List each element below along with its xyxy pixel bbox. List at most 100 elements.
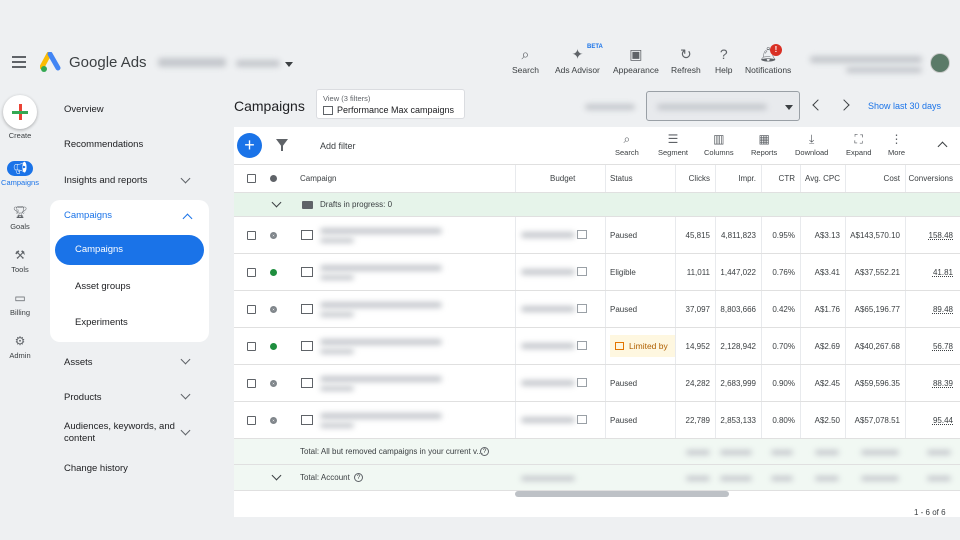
budget-redacted[interactable] (521, 306, 575, 312)
toolbar-search[interactable]: ⌕ Search (512, 46, 539, 75)
table-row[interactable]: Paused 45,815 4,811,823 0.95% A$3.13 A$143,57… (234, 217, 960, 254)
status-dot-icon[interactable] (270, 305, 277, 313)
table-tool-search[interactable]: ⌕ Search (615, 132, 639, 157)
rail-tools[interactable]: ⚒ Tools (0, 248, 40, 274)
nav-recommendations[interactable]: Recommendations (64, 139, 143, 150)
nav-audiences[interactable]: Audiences, keywords, and content (64, 421, 184, 445)
table-tool-columns[interactable]: ▥ Columns (704, 132, 734, 157)
campaign-name-redacted[interactable] (320, 376, 442, 382)
toolbar-refresh[interactable]: ↻ Refresh (671, 46, 701, 75)
saved-view-selector[interactable]: View (3 filters) Performance Max campaig… (316, 89, 465, 119)
conversions-value[interactable]: 56.78 (905, 328, 953, 364)
account-dropdown-icon[interactable] (285, 62, 293, 67)
chevron-down-icon[interactable] (180, 389, 191, 400)
table-tool-more[interactable]: ⋮ More (888, 132, 905, 157)
row-checkbox[interactable] (247, 230, 256, 240)
help-icon[interactable]: ? (354, 473, 363, 482)
previous-period-icon[interactable] (812, 99, 824, 111)
account-name-redacted[interactable] (158, 58, 226, 67)
table-row[interactable]: Paused 22,789 2,853,133 0.80% A$2.50 A$57,078… (234, 402, 960, 439)
chevron-up-icon[interactable] (182, 213, 193, 224)
chevron-down-icon[interactable] (271, 470, 282, 481)
rail-admin[interactable]: ⚙ Admin (0, 334, 40, 360)
col-ctr[interactable]: CTR (761, 165, 795, 192)
menu-icon[interactable] (12, 56, 26, 68)
nav-products[interactable]: Products (64, 392, 102, 403)
nav-overview[interactable]: Overview (64, 104, 104, 115)
chevron-down-icon[interactable] (271, 197, 282, 208)
nav-sub-experiments[interactable]: Experiments (75, 317, 128, 328)
col-cost[interactable]: Cost (845, 165, 900, 192)
chevron-up-icon[interactable] (937, 141, 948, 152)
budget-chart-icon[interactable] (577, 341, 587, 350)
col-status[interactable]: Status (610, 165, 633, 192)
status-limited-badge[interactable]: Limited by (610, 335, 676, 357)
row-checkbox[interactable] (247, 341, 256, 351)
col-campaign[interactable]: Campaign (300, 165, 336, 192)
add-campaign-button[interactable]: + (237, 133, 262, 158)
col-avg-cpc[interactable]: Avg. CPC (800, 165, 840, 192)
budget-redacted[interactable] (521, 380, 575, 386)
add-filter-input[interactable]: Add filter (320, 141, 356, 151)
select-all-checkbox[interactable] (247, 174, 256, 183)
campaign-name-redacted[interactable] (320, 339, 442, 345)
chevron-down-icon[interactable] (180, 354, 191, 365)
status-dot-icon[interactable] (270, 268, 277, 276)
horizontal-scrollbar[interactable] (515, 491, 729, 497)
conversions-value[interactable]: 89.48 (905, 291, 953, 327)
budget-chart-icon[interactable] (577, 267, 587, 276)
toolbar-appearance[interactable]: ▣ Appearance (613, 46, 659, 75)
avatar[interactable] (930, 53, 950, 73)
status-dot-icon[interactable] (270, 342, 277, 350)
table-row[interactable]: Paused 24,282 2,683,999 0.90% A$2.45 A$59,596… (234, 365, 960, 402)
table-tool-download[interactable]: ⤓ Download (795, 132, 828, 157)
col-impr[interactable]: Impr. (715, 165, 756, 192)
status-dot-icon[interactable] (270, 379, 277, 387)
table-row[interactable]: Eligible 11,011 1,447,022 0.76% A$3.41 A$37,5… (234, 254, 960, 291)
budget-redacted[interactable] (521, 417, 575, 423)
rail-billing[interactable]: ▭ Billing (0, 291, 40, 317)
col-clicks[interactable]: Clicks (675, 165, 710, 192)
status-dot-icon[interactable] (270, 231, 277, 239)
table-tool-expand[interactable]: ⛶ Expand (846, 132, 871, 157)
chevron-down-icon[interactable] (180, 173, 191, 184)
row-checkbox[interactable] (247, 267, 256, 277)
conversions-value[interactable]: 158.48 (905, 217, 953, 253)
table-row[interactable]: Limited by 14,952 2,128,942 0.70% A$2.69 A$40… (234, 328, 960, 365)
campaign-name-redacted[interactable] (320, 413, 442, 419)
table-tool-reports[interactable]: ▦ Reports (751, 132, 777, 157)
row-checkbox[interactable] (247, 415, 256, 425)
help-icon[interactable]: ? (480, 447, 489, 456)
table-row[interactable]: Paused 37,097 8,803,666 0.42% A$1.76 A$65,196… (234, 291, 960, 328)
conversions-value[interactable]: 88.39 (905, 365, 953, 401)
nav-sub-campaigns[interactable]: Campaigns (55, 235, 204, 265)
conversions-value[interactable]: 41.81 (905, 254, 953, 290)
create-button[interactable] (3, 95, 37, 129)
nav-assets[interactable]: Assets (64, 357, 93, 368)
col-budget[interactable]: Budget (550, 165, 575, 192)
date-range-picker[interactable] (646, 91, 800, 121)
nav-insights-reports[interactable]: Insights and reports (64, 175, 147, 186)
col-conversions[interactable]: Conversions (905, 165, 953, 192)
rail-campaigns[interactable]: 📢︎ Campaigns (0, 161, 40, 187)
campaign-name-redacted[interactable] (320, 265, 442, 271)
status-dot-icon[interactable] (270, 416, 277, 424)
budget-chart-icon[interactable] (577, 415, 587, 424)
budget-chart-icon[interactable] (577, 304, 587, 313)
row-checkbox[interactable] (247, 304, 256, 314)
toolbar-help[interactable]: ? Help (715, 46, 732, 75)
row-checkbox[interactable] (247, 378, 256, 388)
table-tool-segment[interactable]: ☰ Segment (658, 132, 688, 157)
nav-change-history[interactable]: Change history (64, 463, 128, 474)
campaign-name-redacted[interactable] (320, 302, 442, 308)
toolbar-ads-advisor[interactable]: ✦ Ads Advisor (555, 46, 600, 75)
campaign-name-redacted[interactable] (320, 228, 442, 234)
budget-redacted[interactable] (521, 343, 575, 349)
nav-campaigns-group-title[interactable]: Campaigns (64, 210, 112, 221)
budget-redacted[interactable] (521, 232, 575, 238)
budget-chart-icon[interactable] (577, 378, 587, 387)
budget-redacted[interactable] (521, 269, 575, 275)
next-period-icon[interactable] (838, 99, 850, 111)
toolbar-notifications[interactable]: 🔔︎ Notifications (745, 46, 791, 75)
show-last-30-days-link[interactable]: Show last 30 days (868, 101, 941, 111)
